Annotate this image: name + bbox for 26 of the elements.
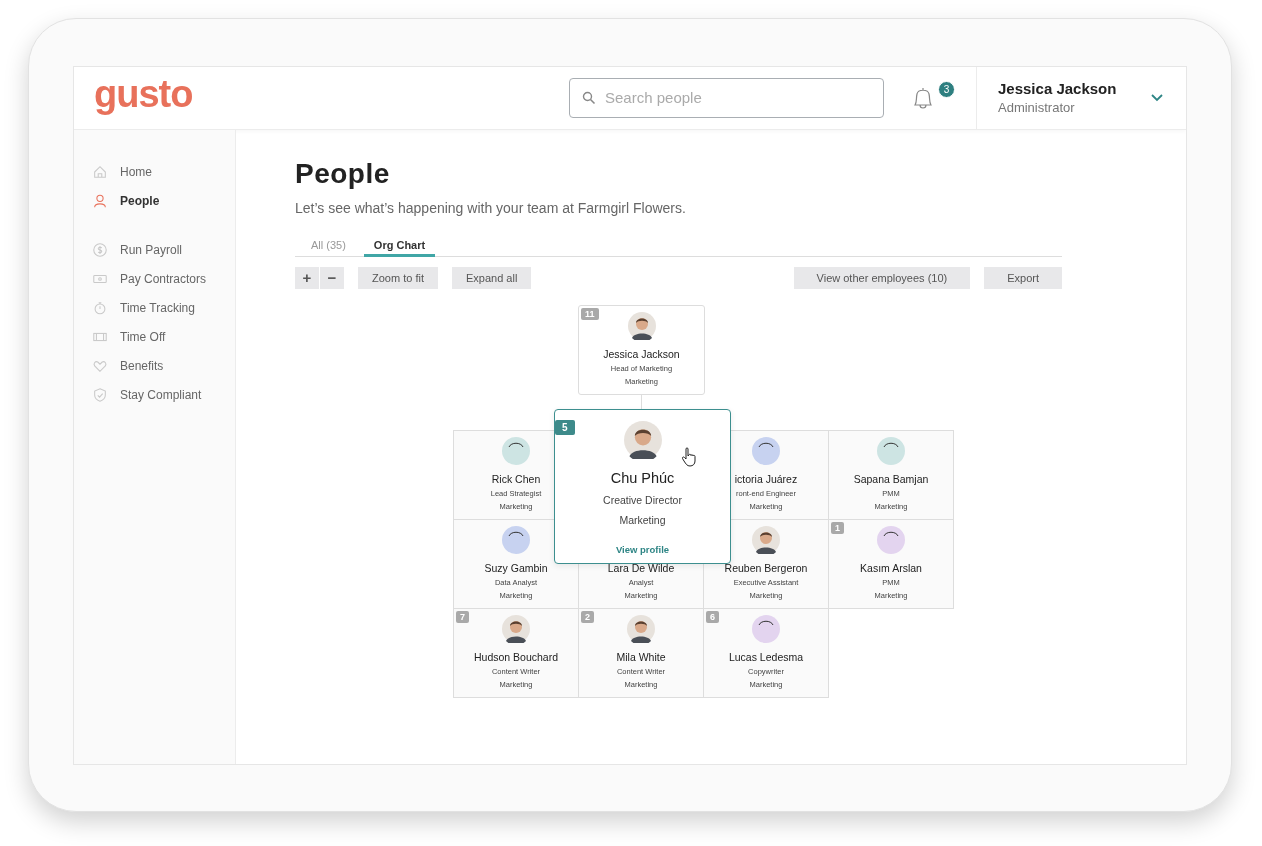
employee-name: Kasım Arslan [860,561,922,574]
report-count: 2 [581,610,594,623]
report-count: 11 [581,307,599,320]
report-count: 7 [456,610,469,623]
employee-name: Lucas Ledesma [728,650,804,663]
employee-name: Chu Phúc [610,469,675,486]
job-title: Creative Director [603,493,682,506]
employee-name: Sapana Bamjan [853,472,929,485]
report-count: 6 [706,610,719,623]
employee-name: Hudson Bouchard [473,650,559,663]
employee-name: Reuben Bergeron [724,561,808,574]
notification-badge: 3 [938,80,955,98]
report-count: 5 [555,419,575,435]
user-role: Administrator [998,100,1076,115]
page-title: People [295,157,391,190]
employee-name: Lara De Wilde [607,561,675,574]
employee-name: Rick Chen [491,472,541,485]
user-name: Jessica Jackson [998,80,1118,97]
report-count: 1 [831,521,844,534]
page-subtitle: Let’s see what’s happening with your team at Farmgirl Flowers. [295,199,687,216]
employee-name: Jessica Jackson [603,347,680,360]
employee-name: Mila White [616,650,666,663]
department: Marketing [619,513,666,526]
employee-name: ictoria Juárez [734,472,798,485]
employee-name: Suzy Gambin [484,561,548,574]
logo: gusto [94,74,194,117]
